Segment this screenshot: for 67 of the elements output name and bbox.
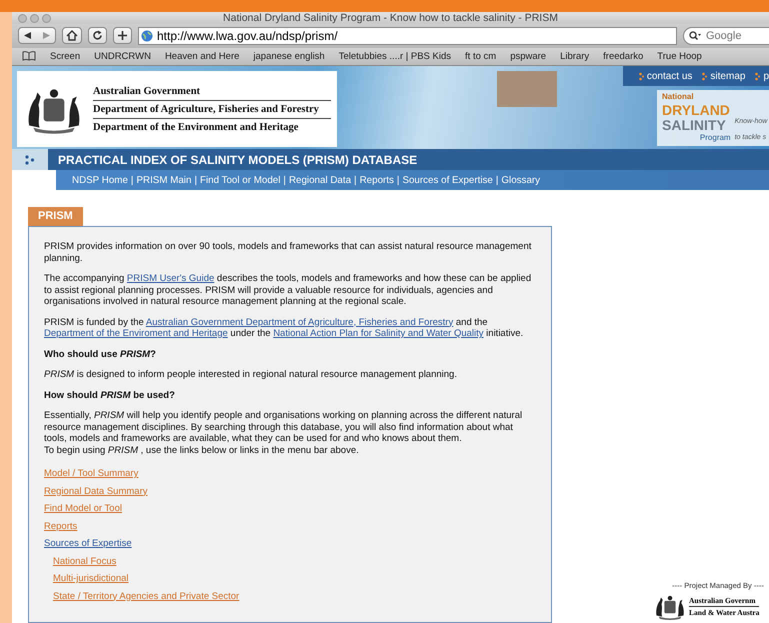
bookmark-item[interactable]: freedarko [603, 50, 644, 62]
site-title: PRACTICAL INDEX OF SALINITY MODELS (PRISM) DATABASE [57, 152, 418, 169]
nav-link[interactable]: Sources of Expertise [402, 174, 493, 186]
back-forward-arrows-icon [22, 31, 52, 40]
menu-link[interactable]: Sources of Expertise [44, 538, 132, 549]
nav-link[interactable]: Find Tool or Model [200, 174, 280, 186]
search-field[interactable]: Google [683, 26, 769, 45]
menu-link[interactable]: Find Model or Tool [44, 503, 122, 514]
paragraph: Essentially, PRISM will help you identify people and organisations working on planning across the different natural resource management disciplines. By searching through this database, you will also find information about what tools, models and frameworks are available, what they can be used for and who knows about them. To begin using PRISM , use the links below or links in the menu bar above. [44, 410, 524, 456]
separator: | [354, 174, 357, 186]
bookmark-item[interactable]: japanese english [253, 50, 325, 62]
menu-link[interactable]: Reports [44, 520, 78, 532]
bookmark-item[interactable]: Library [560, 50, 590, 62]
reload-button[interactable] [88, 27, 107, 44]
bookmark-item[interactable]: Screen [50, 50, 80, 62]
nav-link[interactable]: Glossary [501, 174, 540, 186]
window-title: National Dryland Salinity Program - Know how to tackle salinity - PRISM [223, 12, 558, 24]
nav-link[interactable]: Reports [360, 174, 394, 186]
header-link[interactable]: sitemap [702, 70, 746, 82]
text-link[interactable]: Department of the Enviroment and Heritage [44, 328, 228, 339]
dots-icon [25, 154, 35, 165]
bookmark-item[interactable]: Teletubbies ....r | PBS Kids [338, 50, 452, 62]
photo-placeholder [497, 71, 557, 108]
dots-icon [702, 72, 708, 81]
bookmark-item[interactable]: pspware [510, 50, 546, 62]
menu-link[interactable]: Regional Data Summary [44, 486, 148, 496]
dots-icon [638, 72, 644, 81]
department-name: Department of the Environment and Heritage [93, 120, 300, 134]
header-link[interactable]: contact us [638, 70, 692, 82]
text-link[interactable]: Australian Government Department of Agriculture, Fisheries and Forestry [146, 316, 454, 328]
menu-link[interactable]: Model / Tool Summary [44, 468, 138, 479]
paragraph: PRISM provides information on over 90 tools, models and frameworks that can assist natural resource management planning. [44, 241, 532, 264]
separator: | [396, 174, 400, 186]
bookmark-item[interactable]: True Hoop [657, 50, 702, 62]
nav-link[interactable]: PRISM Main [136, 174, 192, 186]
menu-link[interactable]: State / Territory Agencies and Private Sector [53, 590, 240, 602]
paragraph: PRISM is designed to inform people interested in regional natural resource management planning. [44, 369, 458, 380]
department-name: Australian Government [93, 82, 331, 100]
reload-icon [92, 30, 103, 42]
nav-link[interactable]: NDSP Home [72, 174, 128, 186]
menu-link[interactable]: National Focus [53, 556, 116, 566]
separator: | [194, 174, 197, 186]
bookmark-item[interactable]: UNDRCRWN [94, 50, 151, 62]
add-bookmark-button[interactable] [113, 27, 132, 44]
text-link[interactable]: PRISM User's Guide [126, 273, 214, 284]
menu-link[interactable]: Multi-jurisdictional [53, 573, 128, 584]
department-name: Department of Agriculture, Fisheries and Forestry [93, 100, 331, 118]
section-heading: How should PRISM be used? [44, 390, 176, 401]
back-forward-button[interactable] [18, 27, 56, 44]
address-field[interactable]: http://www.lwa.gov.au/ndsp/prism/ [138, 26, 677, 45]
coat-of-arms-icon [653, 593, 687, 620]
bookmark-item[interactable]: Heaven and Here [164, 50, 240, 62]
nav-link[interactable]: Regional Data [288, 174, 352, 186]
home-button[interactable] [62, 27, 82, 44]
section-heading: Who should use PRISM? [44, 348, 157, 360]
paragraph: PRISM is funded by the Australian Government Department of Agriculture, Fisheries and Forestry and the Department of the Enviroment and Heritage under the National Action Plan for Salinity and Water Quality initiative. [44, 316, 524, 340]
header-link[interactable]: p [755, 70, 769, 82]
dots-icon [755, 72, 760, 81]
separator: | [283, 174, 286, 186]
separator: | [130, 174, 134, 186]
book-icon[interactable] [22, 51, 36, 62]
bookmark-item[interactable]: ft to cm [465, 50, 496, 62]
paragraph: The accompanying PRISM User's Guide describes the tools, models and frameworks and how these can be applied to assist regional planning processes. PRISM will provide a valuable resource for individuals, agencies and organisations involved in natural resource management planning at the regional scale. [44, 273, 532, 308]
home-icon [66, 30, 78, 42]
separator: | [496, 174, 498, 186]
text-link[interactable]: National Action Plan for Salinity and Water Quality [273, 328, 484, 339]
plus-icon [117, 30, 128, 42]
